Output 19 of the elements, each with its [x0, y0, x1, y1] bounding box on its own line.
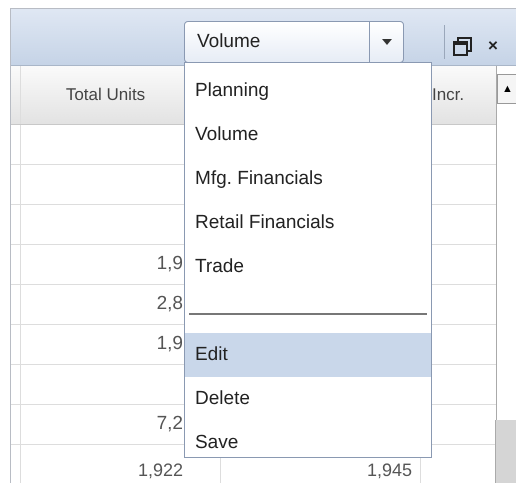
caret-icon: [382, 39, 392, 45]
scrollbar-thumb[interactable]: [495, 420, 516, 483]
menu-item[interactable]: Trade: [185, 245, 431, 289]
menu-item[interactable]: Volume: [185, 113, 431, 157]
scroll-up-button[interactable]: ▲: [497, 74, 516, 104]
menu-item[interactable]: Mfg. Financials: [185, 157, 431, 201]
table-cell-text: 2,8: [156, 292, 183, 316]
column-header[interactable]: Incr.: [432, 82, 464, 108]
table-cell-text: 1,9: [156, 252, 183, 276]
view-select[interactable]: Volume: [184, 21, 404, 63]
menu-item[interactable]: Planning: [185, 69, 431, 113]
column-header[interactable]: Total Units: [66, 82, 146, 108]
table-cell-text: 7,2: [156, 412, 183, 436]
table-cell-text: 1,922: [138, 459, 183, 482]
table-cell-text: 1,9: [156, 332, 183, 356]
menu-item[interactable]: Retail Financials: [185, 201, 431, 245]
close-button[interactable]: ×: [488, 27, 498, 65]
menu-item[interactable]: Edit: [185, 333, 431, 377]
menu-item[interactable]: Delete: [185, 377, 431, 421]
